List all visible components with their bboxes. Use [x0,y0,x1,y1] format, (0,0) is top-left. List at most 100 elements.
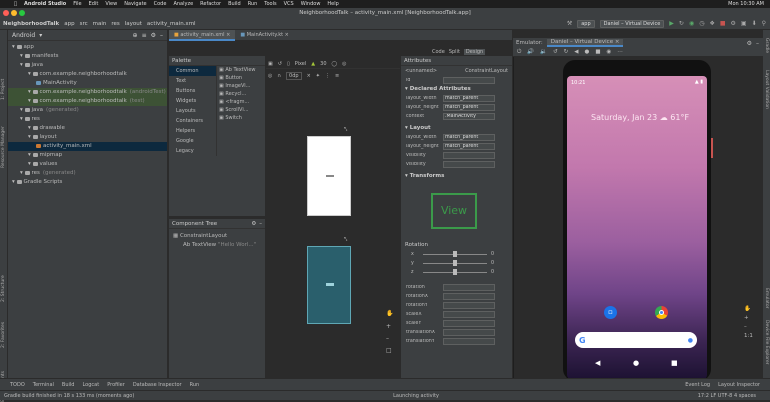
menu-run[interactable]: Run [248,1,258,7]
expand-arrow-icon[interactable]: ▾ [28,89,33,95]
emulator-tool-tab[interactable]: Emulator [764,288,769,308]
assistant-icon[interactable]: ● [688,337,697,344]
zoom-out-icon[interactable]: – [744,324,753,330]
profiler-tab[interactable]: Profiler [107,382,125,388]
hide-icon[interactable]: – [160,32,167,39]
gear-icon[interactable]: ⚙ [747,40,752,47]
pan-icon[interactable]: ✋ [744,306,753,312]
device-icon[interactable]: ▯ [287,61,290,67]
palette-category[interactable]: Buttons [169,86,216,96]
menu-tools[interactable]: Tools [264,1,276,7]
overview-icon[interactable]: ■ [595,49,600,55]
terminal-tab[interactable]: Terminal [33,382,54,388]
menu-refactor[interactable]: Refactor [200,1,221,7]
palette-category[interactable]: Text [169,76,216,86]
palette-category[interactable]: Widgets [169,96,216,106]
project-tree-item[interactable]: ▾ com.example.neighborhoodtalk (androidTe… [8,88,167,97]
project-tree-item[interactable]: MainActivity [8,79,167,88]
margin-field[interactable]: 0dp [286,71,302,80]
project-tree-item[interactable]: ▾ drawable [8,124,167,133]
run-icon[interactable]: ▶ [669,20,674,27]
align-icon[interactable]: ≡ [335,73,339,79]
menu-code[interactable]: Code [154,1,167,7]
project-tree-item[interactable]: ▾ layout [8,133,167,142]
project-tree-item[interactable]: ▾ com.example.neighborhoodtalk (test) [8,97,167,106]
expand-arrow-icon[interactable]: ▾ [28,71,33,77]
device-dropdown[interactable]: Pixel [295,61,307,67]
palette-item[interactable]: ▣ Button [217,74,264,82]
maximize-window-button[interactable] [19,10,25,16]
rotate-right-icon[interactable]: ↻ [564,49,569,55]
textview-blueprint[interactable] [326,283,334,286]
stop-icon[interactable]: ■ [720,20,726,27]
breadcrumb-module[interactable]: app [64,21,74,27]
device-selector[interactable]: Daniel – Virtual Device [599,19,665,28]
id-input[interactable] [443,77,495,84]
magnet-icon[interactable]: ∩ [277,73,281,79]
palette-category[interactable]: Legacy [169,146,216,156]
infer-constraints-icon[interactable]: ✦ [316,73,320,79]
slider-thumb[interactable] [453,251,457,257]
expand-arrow-icon[interactable]: ▾ [28,134,33,140]
rotation-slider[interactable] [423,251,487,257]
rotate-left-icon[interactable]: ↺ [553,49,558,55]
android-view-selector[interactable]: Android [12,32,35,39]
menu-window[interactable]: Window [301,1,321,7]
blueprint-preview[interactable] [307,246,351,324]
layout-inspector-tab[interactable]: Layout Inspector [718,382,770,388]
todo-tab[interactable]: TODO [10,382,25,388]
tree-node-textview[interactable]: Ab TextView "Hello Worl..." [169,241,265,250]
tree-node-root[interactable]: ▦ ConstraintLayout [169,232,265,241]
nav-back-icon[interactable]: ◀ [595,359,600,367]
zoom-in-icon[interactable]: + [744,315,753,321]
transform-property-input[interactable] [443,311,495,318]
project-tree-item[interactable]: ▾ app [8,43,167,52]
breadcrumb-main[interactable]: main [93,21,107,27]
menu-build[interactable]: Build [228,1,241,7]
palette-category[interactable]: Google [169,136,216,146]
transform-property-input[interactable] [443,284,495,291]
home-icon[interactable]: ● [585,49,590,55]
transform-property-input[interactable] [443,338,495,345]
menu-analyze[interactable]: Analyze [173,1,193,7]
menu-view[interactable]: View [105,1,117,7]
palette-category[interactable]: Layouts [169,106,216,116]
breadcrumb-file[interactable]: activity_main.xml [147,21,196,27]
sdk-manager-icon[interactable]: ⬇ [752,20,757,27]
structure-tool-tab[interactable]: 2: Structure [1,275,6,302]
design-surface-icon[interactable]: ▣ [268,61,273,67]
menu-vcs[interactable]: VCS [284,1,294,7]
apple-icon[interactable]:  [14,1,17,7]
project-tree-item[interactable]: ▾ mipmap [8,151,167,160]
transform-property-input[interactable] [443,320,495,327]
transform-property-input[interactable] [443,302,495,309]
camera-icon[interactable]: ◉ [607,49,612,55]
palette-item[interactable]: ▣ Ab TextView [217,66,264,74]
project-tree-item[interactable]: activity_main.xml [8,142,167,151]
attribute-value-input[interactable]: match_parent [443,134,495,141]
volume-up-icon[interactable]: 🔊 [527,49,534,55]
tab-activity-main[interactable]: ■ activity_main.xml × [169,29,236,41]
menu-navigate[interactable]: Navigate [124,1,146,7]
more-icon[interactable]: ⋯ [617,49,623,55]
search-icon[interactable]: ⚲ [762,20,770,27]
zoom-in-icon[interactable]: + [386,323,391,330]
attribute-value-input[interactable]: match_parent [443,95,495,102]
expand-arrow-icon[interactable]: ▾ [20,53,25,59]
split-mode-button[interactable]: Split [449,49,460,55]
google-search-bar[interactable]: G ● [575,332,697,348]
build-tab[interactable]: Build [62,382,75,388]
expand-arrow-icon[interactable]: ▾ [20,62,25,68]
transform-property-input[interactable] [443,293,495,300]
breadcrumb-layout[interactable]: layout [125,21,142,27]
rotation-slider[interactable] [423,269,487,275]
avd-manager-icon[interactable]: ▣ [741,20,747,27]
expand-arrow-icon[interactable]: ▾ [12,44,17,50]
sync-gradle-icon[interactable]: ⚙ [731,20,736,27]
resource-manager-tab[interactable]: Resource Manager [1,126,6,168]
zoom-icon[interactable]: ◎ [268,73,272,79]
phone-power-button[interactable] [711,138,713,158]
minimize-window-button[interactable] [11,10,17,16]
expand-arrow-icon[interactable]: ▾ [28,98,33,104]
phone-screen[interactable]: 10:21 ▲ ▮ Saturday, Jan 23 ☁ 61°F ▫ G ● … [567,76,707,379]
